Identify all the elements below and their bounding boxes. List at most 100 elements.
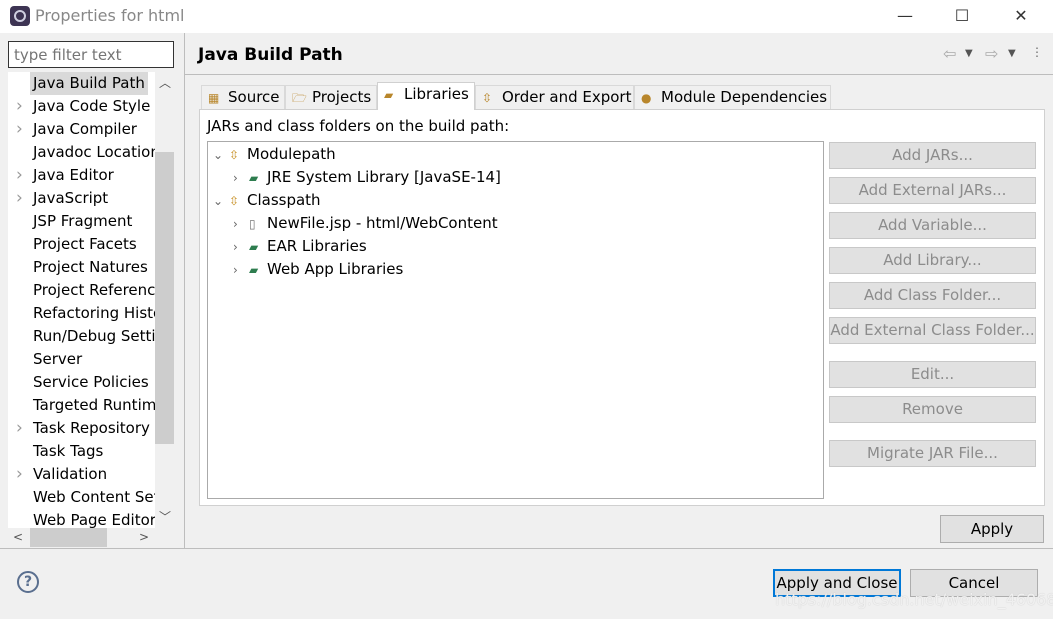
tree-item[interactable]: ⌄ ⇳ Modulepath xyxy=(213,143,336,166)
sidebar-item[interactable]: Server xyxy=(8,348,155,371)
sidebar-item-label: Task Repository xyxy=(33,419,150,437)
build-path-tree[interactable]: ⌄ ⇳ Modulepath › ▰ JRE System Library [JavaSE… xyxy=(207,141,824,499)
sidebar-item[interactable]: Refactoring History xyxy=(8,302,155,325)
container-icon: ⇳ xyxy=(229,148,240,162)
sidebar-item-label: Validation xyxy=(33,465,108,483)
tree-item-label: NewFile.jsp - html/WebContent xyxy=(267,214,498,232)
tab-libraries[interactable]: ▰ Libraries xyxy=(377,82,475,110)
chevron-right-icon[interactable]: › xyxy=(233,213,249,236)
sidebar-item[interactable]: Project Natures xyxy=(8,256,155,279)
view-menu-icon[interactable]: ⋮ xyxy=(1031,45,1043,59)
back-arrow-icon[interactable]: ⇦ xyxy=(943,44,956,63)
chevron-right-icon[interactable]: › xyxy=(233,259,249,282)
scroll-right-icon[interactable]: > xyxy=(139,530,149,544)
chevron-right-icon[interactable]: › xyxy=(16,118,23,141)
sidebar-item-label: Web Page Editor xyxy=(33,511,155,528)
footer-separator xyxy=(0,548,1053,549)
add-library-button[interactable]: Add Library... xyxy=(829,247,1036,274)
sidebar-item[interactable]: Javadoc Location xyxy=(8,141,155,164)
chevron-right-icon[interactable]: › xyxy=(16,417,23,440)
chevron-right-icon[interactable]: › xyxy=(233,236,249,259)
forward-dropdown-icon[interactable]: ▼ xyxy=(1008,48,1016,59)
order-icon: ⇳ xyxy=(482,91,493,105)
tree-item[interactable]: › ▰ JRE System Library [JavaSE-14] xyxy=(233,166,501,189)
tab-module-dependencies[interactable]: ● Module Dependencies xyxy=(634,85,831,110)
remove-button[interactable]: Remove xyxy=(829,396,1036,423)
horizontal-scroll-thumb[interactable] xyxy=(30,528,107,547)
sidebar-item-label: Java Editor xyxy=(33,166,114,184)
scroll-left-icon[interactable]: < xyxy=(13,530,23,544)
scroll-up-icon[interactable]: ︿ xyxy=(159,74,171,91)
tab-order-and-export[interactable]: ⇳ Order and Export xyxy=(475,85,634,110)
add-external-jars-button[interactable]: Add External JARs... xyxy=(829,177,1036,204)
sidebar-item-label: Service Policies xyxy=(33,373,149,391)
tree-item[interactable]: › ▰ EAR Libraries xyxy=(233,235,367,258)
sidebar-item[interactable]: Targeted Runtimes xyxy=(8,394,155,417)
tree-item[interactable]: › ▰ Web App Libraries xyxy=(233,258,403,281)
watermark: https://blog.csdn.net/weixin_46068252 xyxy=(775,590,1053,609)
sidebar-item[interactable]: › JavaScript xyxy=(8,187,155,210)
sidebar-item-label: Targeted Runtimes xyxy=(33,396,155,414)
sidebar-item[interactable]: Web Content Settings xyxy=(8,486,155,509)
back-dropdown-icon[interactable]: ▼ xyxy=(965,48,973,59)
sidebar-item[interactable]: Task Tags xyxy=(8,440,155,463)
sidebar-item[interactable]: › Java Code Style xyxy=(8,95,155,118)
sidebar-item-label: Refactoring History xyxy=(33,304,155,322)
sidebar-item[interactable]: › Validation xyxy=(8,463,155,486)
sidebar-item[interactable]: › Task Repository xyxy=(8,417,155,440)
migrate-jar-file-button[interactable]: Migrate JAR File... xyxy=(829,440,1036,467)
tab-label: Order and Export xyxy=(502,88,632,106)
sidebar-item[interactable]: Web Page Editor xyxy=(8,509,155,528)
add-variable-button[interactable]: Add Variable... xyxy=(829,212,1036,239)
add-class-folder-button[interactable]: Add Class Folder... xyxy=(829,282,1036,309)
sidebar-item-label: Web Content Settings xyxy=(33,488,155,506)
maximize-button[interactable]: ☐ xyxy=(942,4,982,28)
sidebar-item[interactable]: › Java Editor xyxy=(8,164,155,187)
add-external-class-folder-button[interactable]: Add External Class Folder... xyxy=(829,317,1036,344)
sidebar-item-label: Project Facets xyxy=(33,235,137,253)
tab-source[interactable]: ▦ Source xyxy=(201,85,285,110)
library-icon: ▰ xyxy=(384,88,394,102)
tree-item-label: EAR Libraries xyxy=(267,237,367,255)
apply-button[interactable]: Apply xyxy=(940,515,1044,543)
module-icon: ● xyxy=(641,91,652,105)
tree-item[interactable]: ⌄ ⇳ Classpath xyxy=(213,189,321,212)
sidebar-item[interactable]: › Java Compiler xyxy=(8,118,155,141)
help-icon[interactable]: ? xyxy=(17,571,39,593)
sidebar-item[interactable]: Service Policies xyxy=(8,371,155,394)
sidebar-item-label: Task Tags xyxy=(33,442,104,460)
forward-arrow-icon[interactable]: ⇨ xyxy=(985,44,998,63)
chevron-right-icon[interactable]: › xyxy=(16,95,23,118)
chevron-right-icon[interactable]: › xyxy=(233,167,249,190)
tree-item-label: Web App Libraries xyxy=(267,260,404,278)
scroll-down-icon[interactable]: ﹀ xyxy=(159,508,171,525)
vertical-scroll-thumb[interactable] xyxy=(155,152,174,444)
chevron-right-icon[interactable]: › xyxy=(16,164,23,187)
tree-item-label: Modulepath xyxy=(247,145,336,163)
chevron-right-icon[interactable]: › xyxy=(16,187,23,210)
chevron-down-icon[interactable]: ⌄ xyxy=(213,190,229,213)
sash-divider[interactable] xyxy=(184,33,185,548)
filter-input[interactable] xyxy=(8,41,174,68)
close-button[interactable]: ✕ xyxy=(1001,4,1041,28)
folder-icon: 🗁 xyxy=(292,91,307,105)
chevron-down-icon[interactable]: ⌄ xyxy=(213,144,229,167)
sidebar-item-label: Java Build Path xyxy=(30,72,148,95)
sidebar-item[interactable]: Project References xyxy=(8,279,155,302)
tab-label: Module Dependencies xyxy=(661,88,828,106)
jar-file-icon: ▯ xyxy=(249,217,256,231)
edit-button[interactable]: Edit... xyxy=(829,361,1036,388)
libraries-description: JARs and class folders on the build path… xyxy=(207,117,510,135)
sidebar-item[interactable]: Java Build Path xyxy=(8,72,155,95)
tab-projects[interactable]: 🗁 Projects xyxy=(285,85,377,110)
sidebar-item-label: Javadoc Location xyxy=(33,143,155,161)
sidebar-item[interactable]: JSP Fragment xyxy=(8,210,155,233)
tree-item[interactable]: › ▯ NewFile.jsp - html/WebContent xyxy=(233,212,498,235)
sidebar-item[interactable]: Run/Debug Settings xyxy=(8,325,155,348)
minimize-button[interactable]: — xyxy=(885,4,925,28)
tree-item-label: Classpath xyxy=(247,191,321,209)
sidebar-item[interactable]: Project Facets xyxy=(8,233,155,256)
add-jars-button[interactable]: Add JARs... xyxy=(829,142,1036,169)
eclipse-app-icon xyxy=(10,6,30,26)
chevron-right-icon[interactable]: › xyxy=(16,463,23,486)
